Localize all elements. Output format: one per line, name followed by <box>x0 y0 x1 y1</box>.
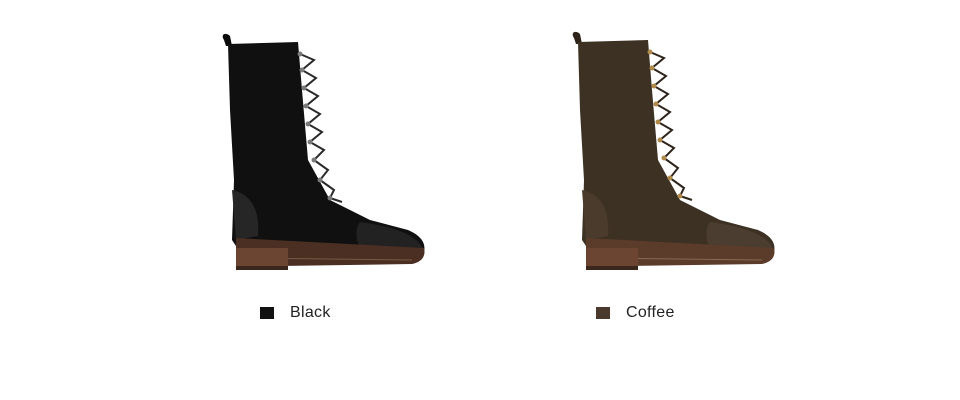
boot-image-black <box>222 33 425 270</box>
variant-coffee[interactable]: Coffee <box>500 0 820 400</box>
color-swatch-black[interactable] <box>260 307 274 319</box>
color-label-black: Black <box>290 304 331 321</box>
boot-image-coffee <box>572 31 775 270</box>
color-label-coffee: Coffee <box>626 304 675 321</box>
color-swatch-coffee[interactable] <box>596 307 610 319</box>
variant-black[interactable]: Black <box>150 0 470 400</box>
